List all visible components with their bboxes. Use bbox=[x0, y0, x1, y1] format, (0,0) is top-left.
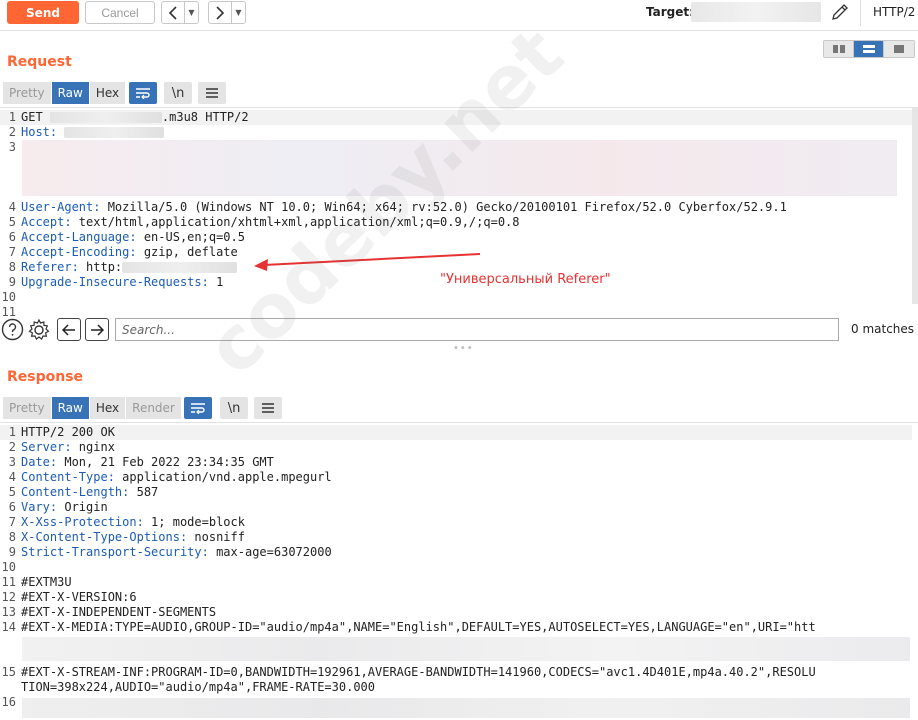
layout-side-by-side-button[interactable] bbox=[824, 41, 854, 57]
response-tab-raw[interactable]: Raw bbox=[51, 397, 90, 419]
request-tab-pretty[interactable]: Pretty bbox=[3, 82, 52, 104]
request-line-2: 2 Host: bbox=[0, 125, 912, 140]
referer-annotation: "Универсальный Referer" bbox=[440, 272, 611, 287]
annotation-arrow-icon bbox=[254, 253, 481, 271]
request-tab-hex[interactable]: Hex bbox=[89, 82, 127, 104]
target-label: Target: bbox=[646, 5, 694, 19]
redacted-media-uri bbox=[22, 637, 910, 661]
cancel-button[interactable]: Cancel bbox=[85, 1, 155, 24]
redacted-host bbox=[64, 127, 165, 138]
help-icon[interactable] bbox=[1, 318, 24, 341]
forward-history-button[interactable]: ▼ bbox=[208, 1, 246, 24]
response-line-15: 15 #EXT-X-STREAM-INF:PROGRAM-ID=0,BANDWID… bbox=[1, 665, 816, 679]
response-hamburger-icon[interactable] bbox=[254, 397, 282, 419]
request-line-1: 1 GET .m3u8 HTTP/2 bbox=[0, 110, 912, 125]
arrow-left-icon bbox=[62, 323, 75, 336]
gear-icon[interactable] bbox=[27, 318, 51, 342]
response-tab-render[interactable]: Render bbox=[126, 397, 182, 419]
toolbar-divider bbox=[860, 0, 861, 26]
response-line-5: 5 Content-Length: 587 bbox=[8, 485, 159, 499]
request-line-4: 4 User-Agent: Mozilla/5.0 (Windows NT 10… bbox=[8, 200, 787, 214]
response-line-11: 11 #EXTM3U bbox=[1, 575, 72, 589]
response-editor[interactable]: 1 HTTP/2 200 OK 2 Server: nginx 3 Date: Mon… bbox=[0, 425, 912, 710]
wrap-lines-icon[interactable] bbox=[129, 82, 157, 104]
response-line-3: 3 Date: Mon, 21 Feb 2022 23:34:35 GMT bbox=[8, 455, 274, 469]
pencil-icon[interactable] bbox=[830, 2, 850, 22]
hamburger-icon[interactable] bbox=[198, 82, 226, 104]
back-arrow-icon[interactable] bbox=[162, 2, 184, 23]
pane-splitter-handle[interactable]: ••• bbox=[453, 343, 474, 354]
redacted-referer bbox=[122, 262, 238, 273]
redacted-cookie-block bbox=[22, 140, 897, 196]
response-line-8: 8 X-Content-Type-Options: nosniff bbox=[8, 530, 245, 544]
request-line-5: 5 Accept: text/html,application/xhtml+xm… bbox=[8, 215, 520, 229]
back-history-button[interactable]: ▼ bbox=[161, 1, 199, 24]
response-line-10: 10 bbox=[1, 560, 16, 574]
send-button[interactable]: Send bbox=[7, 1, 79, 24]
top-toolbar: Send Cancel ▼ ▼ Target: HTTP/2 bbox=[0, 0, 918, 26]
response-line-1: 1 HTTP/2 200 OK bbox=[0, 425, 912, 440]
response-wrap-lines-icon[interactable] bbox=[184, 397, 212, 419]
response-line-4: 4 Content-Type: application/vnd.apple.mpe… bbox=[8, 470, 332, 484]
search-matches-count: 0 matches bbox=[851, 322, 915, 336]
back-dropdown-icon[interactable]: ▼ bbox=[184, 2, 198, 23]
response-view-tabs: Pretty Raw Hex Render bbox=[3, 397, 182, 419]
response-line-15-wrap: TION=398x224,AUDIO="audio/mp4a",FRAME-RA… bbox=[21, 680, 376, 694]
response-title: Response bbox=[7, 369, 84, 385]
response-line-13: 13 #EXT-X-INDEPENDENT-SEGMENTS bbox=[1, 605, 217, 619]
response-tab-hex[interactable]: Hex bbox=[89, 397, 127, 419]
toolbar-separator bbox=[0, 30, 918, 31]
forward-arrow-icon[interactable] bbox=[209, 2, 231, 23]
protocol-label[interactable]: HTTP/2 bbox=[873, 5, 915, 19]
request-line-6: 6 Accept-Language: en-US,en;q=0.5 bbox=[8, 230, 245, 244]
request-scrollbar[interactable] bbox=[912, 108, 918, 304]
response-line-6: 6 Vary: Origin bbox=[8, 500, 108, 514]
response-line-2: 2 Server: nginx bbox=[8, 440, 115, 454]
search-previous-button[interactable] bbox=[57, 318, 81, 341]
response-newline-toggle-button[interactable]: \n bbox=[220, 397, 248, 419]
response-editor-top-border bbox=[0, 422, 918, 423]
response-line-7: 7 X-Xss-Protection: 1; mode=block bbox=[8, 515, 245, 529]
layout-tabbed-button[interactable] bbox=[884, 41, 914, 57]
response-line-12: 12 #EXT-X-VERSION:6 bbox=[1, 590, 137, 604]
forward-dropdown-icon[interactable]: ▼ bbox=[231, 2, 245, 23]
request-title: Request bbox=[7, 54, 72, 70]
request-editor-top-border bbox=[0, 107, 918, 108]
newline-toggle-button[interactable]: \n bbox=[164, 82, 192, 104]
response-line-14: 14 #EXT-X-MEDIA:TYPE=AUDIO,GROUP-ID="audi… bbox=[1, 620, 816, 634]
search-next-button[interactable] bbox=[85, 318, 109, 341]
response-tab-pretty[interactable]: Pretty bbox=[3, 397, 52, 419]
request-tab-raw[interactable]: Raw bbox=[51, 82, 90, 104]
redacted-stream-uri bbox=[22, 698, 910, 718]
layout-toggle bbox=[823, 40, 915, 58]
target-host-redacted[interactable] bbox=[691, 2, 821, 22]
layout-stacked-button[interactable] bbox=[854, 41, 884, 57]
redacted-path bbox=[49, 112, 162, 123]
request-view-tabs: Pretty Raw Hex bbox=[3, 82, 127, 104]
response-line-9: 9 Strict-Transport-Security: max-age=6307… bbox=[8, 545, 332, 559]
search-input[interactable] bbox=[115, 318, 839, 341]
request-line-10: 10 bbox=[1, 290, 16, 304]
arrow-right-icon bbox=[91, 323, 104, 336]
